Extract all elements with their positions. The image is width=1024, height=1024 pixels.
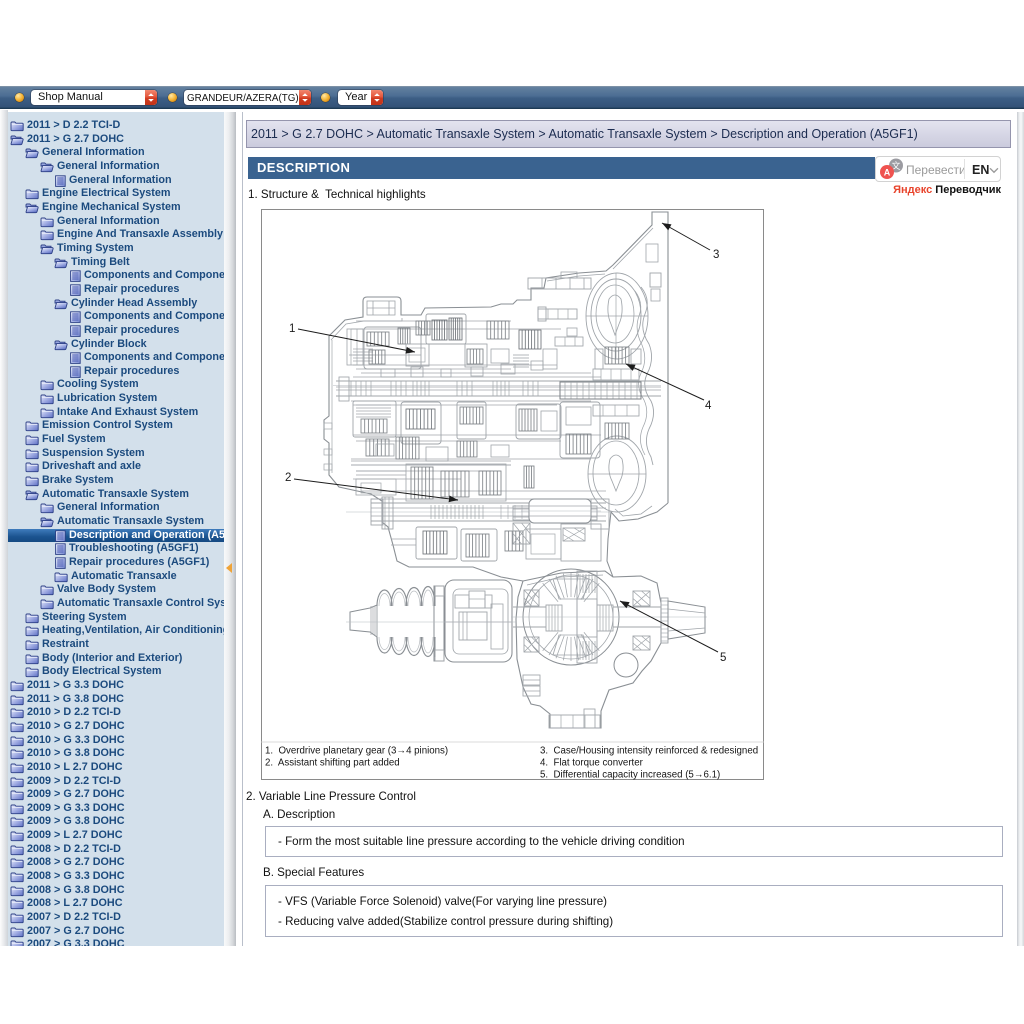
- svg-text:5. Differential capacity incr: 5. Differential capacity increased (5→6.…: [540, 770, 720, 781]
- svg-text:3: 3: [713, 249, 719, 261]
- svg-text:А: А: [884, 168, 891, 178]
- svg-text:2: 2: [285, 472, 291, 484]
- svg-text:4. Flat torque converter: 4. Flat torque converter: [540, 758, 644, 769]
- svg-text:1: 1: [289, 323, 295, 335]
- svg-text:5: 5: [720, 652, 726, 664]
- svg-text:4: 4: [705, 400, 712, 412]
- svg-text:2. Assistant shifting part ad: 2. Assistant shifting part added: [265, 758, 400, 769]
- svg-text:1. Overdrive planetary gear (: 1. Overdrive planetary gear (3→4 pinions…: [265, 746, 448, 757]
- svg-text:3. Case/Housing intensity rei: 3. Case/Housing intensity reinforced & r…: [540, 746, 758, 757]
